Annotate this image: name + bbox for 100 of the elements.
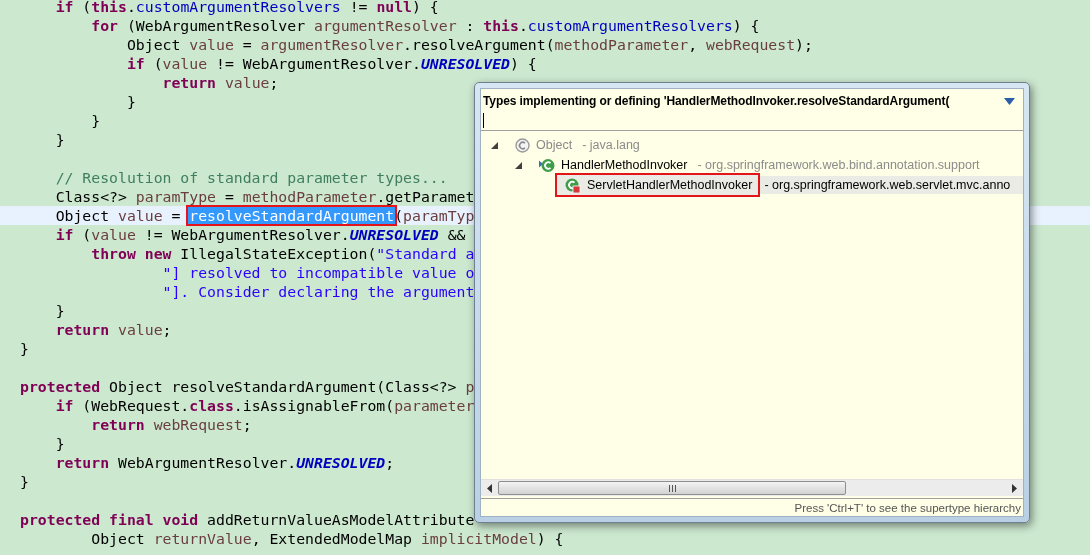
code-variable: parameter [394,397,475,414]
code-text: ( [81,0,92,15]
code-constant: UNRESOLVED [420,55,510,72]
selected-code-text: resolveStandardArgument [186,205,398,226]
code-text: Object [54,207,111,224]
code-constant: UNRESOLVED [349,226,439,243]
code-text: && [446,226,466,243]
code-keyword: return [161,74,216,91]
code-text: } [54,302,65,319]
grip-icon [668,484,676,492]
tree-item[interactable]: Object [507,136,579,154]
code-text: . [126,0,136,15]
code-variable: argumentResolver [314,17,457,34]
code-variable: implicitModel [420,530,537,547]
code-keyword: for [90,17,118,34]
code-text: } [20,340,29,357]
scroll-thumb[interactable] [498,481,846,495]
code-variable: paramTyp [403,207,475,224]
package-name: - org.springframework.web.bind.annotation.support [696,157,980,174]
code-variable: argumentResolver [260,36,404,53]
code-text: != WebArgumentResolver. [215,55,421,72]
code-keyword: return [54,454,110,471]
code-text: ; [385,454,395,471]
code-variable: value [117,321,163,338]
type-name: Object [536,138,573,152]
code-text: WebArgumentResolver. [117,454,297,471]
code-text: ) { [412,0,439,15]
code-variable: paramType [135,188,216,205]
popup-title: Types implementing or defining 'HandlerMethodInvoker.resolveStandardArgument( [483,94,951,108]
type-name: HandlerMethodInvoker [561,158,688,172]
code-text: (WebArgumentResolver [125,17,307,34]
code-text: != [348,0,369,15]
code-keyword: return [54,321,110,338]
code-text: .isAssignableFrom( [233,397,395,414]
code-variable: methodParameter [242,188,377,205]
code-string: "] resolved to incompatible value o [161,264,475,281]
code-text: .getParamet [376,188,475,205]
filter-field[interactable] [481,110,1023,131]
code-text: ) { [510,55,537,72]
code-text: ) { [732,17,760,34]
code-text: Object resolveStandardArgument(Class<?> [108,378,458,395]
scroll-left-icon [487,483,492,493]
code-keyword: if [54,0,74,15]
code-keyword: protected final void [20,511,199,528]
code-variable: webRequest [706,36,796,53]
code-text: ; [162,321,172,338]
horizontal-scrollbar[interactable] [481,479,1023,496]
code-text: addReturnValueAsModelAttribute [206,511,475,528]
code-keyword: if [54,226,74,243]
tree-toggle[interactable] [515,161,522,169]
code-variable: value [223,74,270,91]
code-variable: p [465,378,475,395]
code-text: IllegalStateException( [179,245,377,262]
code-keyword: if [54,397,74,414]
code-text: . [518,17,528,34]
code-text: (WebRequest. [81,397,190,414]
code-text: = [223,188,235,205]
code-keyword: throw [90,245,136,262]
code-text: ( [152,55,163,72]
expanded-triangle-icon [491,141,498,149]
code-text: Class<?> [54,188,128,205]
expanded-triangle-icon [515,161,522,169]
code-variable: value [162,55,208,72]
code-comment: // Resolution of standard parameter types... [54,169,448,186]
code-keyword: this [91,0,127,15]
code-keyword: if [125,55,145,72]
code-text: , ExtendedModelMap [251,530,413,547]
code-text: : [464,17,476,34]
tree-item[interactable]: HandlerMethodInvoker [531,156,694,174]
code-string: "]. Consider declaring the argument [161,283,475,300]
code-text: } [20,473,29,490]
code-constant: UNRESOLVED [296,454,386,471]
code-text: = [170,207,182,224]
tree-item[interactable]: ServletHandlerMethodInvoker [555,173,761,197]
code-text: } [54,435,65,452]
code-text: } [90,112,101,129]
code-string: "Standard a [376,245,475,262]
code-variable: returnValue [153,530,252,547]
tree-toggle[interactable] [491,141,498,149]
code-text: Object [125,36,182,53]
code-text: Object [90,530,146,547]
class-icon [539,157,555,173]
package-name: - java.lang [581,137,640,154]
code-text: != WebArgumentResolver. [143,226,350,243]
class-icon [515,137,530,153]
code-text: } [54,131,65,148]
code-keyword: this [483,17,519,34]
code-keyword: protected [20,378,101,395]
code-text: ) { [536,530,564,547]
scroll-right-icon [1012,483,1017,493]
code-variable: value [118,207,163,224]
code-variable: webRequest [152,416,243,433]
code-keyword: class [189,397,234,414]
code-text: = [241,36,253,53]
code-variable: value [189,36,234,53]
code-text: ( [81,226,92,243]
status-hint: Press 'Ctrl+T' to see the supertype hierarchy [481,498,1023,516]
code-variable: methodParameter [554,36,689,53]
code-text: , [688,36,699,53]
code-field: customArgumentResolvers [527,17,733,34]
